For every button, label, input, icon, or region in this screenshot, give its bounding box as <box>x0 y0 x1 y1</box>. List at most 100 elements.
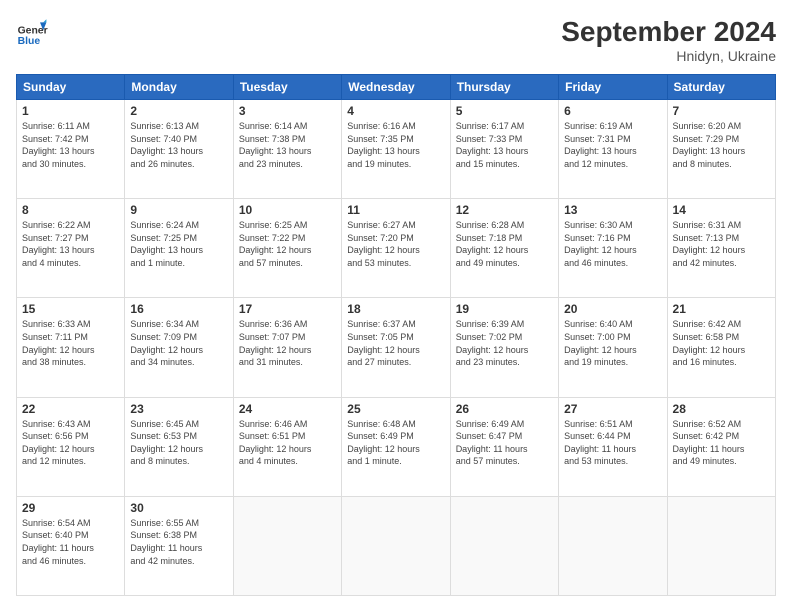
day-number: 25 <box>347 402 444 416</box>
day-info: Sunrise: 6:28 AM Sunset: 7:18 PM Dayligh… <box>456 219 553 269</box>
calendar-cell: 2 Sunrise: 6:13 AM Sunset: 7:40 PM Daylig… <box>125 100 233 199</box>
day-info: Sunrise: 6:37 AM Sunset: 7:05 PM Dayligh… <box>347 318 444 368</box>
day-number: 30 <box>130 501 227 515</box>
calendar-week-3: 15 Sunrise: 6:33 AM Sunset: 7:11 PM Dayli… <box>17 298 776 397</box>
day-number: 7 <box>673 104 770 118</box>
day-info: Sunrise: 6:34 AM Sunset: 7:09 PM Dayligh… <box>130 318 227 368</box>
day-info: Sunrise: 6:46 AM Sunset: 6:51 PM Dayligh… <box>239 418 336 468</box>
calendar-week-2: 8 Sunrise: 6:22 AM Sunset: 7:27 PM Daylig… <box>17 199 776 298</box>
day-info: Sunrise: 6:40 AM Sunset: 7:00 PM Dayligh… <box>564 318 661 368</box>
calendar-cell <box>233 496 341 595</box>
calendar-cell: 22 Sunrise: 6:43 AM Sunset: 6:56 PM Dayli… <box>17 397 125 496</box>
day-info: Sunrise: 6:19 AM Sunset: 7:31 PM Dayligh… <box>564 120 661 170</box>
day-info: Sunrise: 6:43 AM Sunset: 6:56 PM Dayligh… <box>22 418 119 468</box>
day-info: Sunrise: 6:20 AM Sunset: 7:29 PM Dayligh… <box>673 120 770 170</box>
day-number: 26 <box>456 402 553 416</box>
calendar-table: SundayMondayTuesdayWednesdayThursdayFrid… <box>16 74 776 596</box>
day-number: 5 <box>456 104 553 118</box>
calendar-cell: 11Sunrise: 6:27 AM Sunset: 7:20 PM Dayli… <box>342 199 450 298</box>
day-number: 6 <box>564 104 661 118</box>
calendar-cell: 7 Sunrise: 6:20 AM Sunset: 7:29 PM Daylig… <box>667 100 775 199</box>
logo-icon: General Blue <box>16 16 48 48</box>
calendar-cell: 18 Sunrise: 6:37 AM Sunset: 7:05 PM Dayli… <box>342 298 450 397</box>
day-info: Sunrise: 6:14 AM Sunset: 7:38 PM Dayligh… <box>239 120 336 170</box>
day-number: 24 <box>239 402 336 416</box>
calendar-cell <box>667 496 775 595</box>
day-info: Sunrise: 6:48 AM Sunset: 6:49 PM Dayligh… <box>347 418 444 468</box>
calendar-header-tuesday: Tuesday <box>233 75 341 100</box>
calendar-cell: 6 Sunrise: 6:19 AM Sunset: 7:31 PM Daylig… <box>559 100 667 199</box>
day-number: 22 <box>22 402 119 416</box>
day-number: 17 <box>239 302 336 316</box>
day-number: 12 <box>456 203 553 217</box>
location-subtitle: Hnidyn, Ukraine <box>561 48 776 64</box>
calendar-cell: 29Sunrise: 6:54 AM Sunset: 6:40 PM Dayli… <box>17 496 125 595</box>
calendar-header-thursday: Thursday <box>450 75 558 100</box>
day-number: 11 <box>347 203 444 217</box>
calendar-cell: 5 Sunrise: 6:17 AM Sunset: 7:33 PM Daylig… <box>450 100 558 199</box>
calendar-cell: 17Sunrise: 6:36 AM Sunset: 7:07 PM Dayli… <box>233 298 341 397</box>
day-number: 15 <box>22 302 119 316</box>
calendar-week-5: 29Sunrise: 6:54 AM Sunset: 6:40 PM Dayli… <box>17 496 776 595</box>
logo: General Blue <box>16 16 48 48</box>
calendar-cell: 23 Sunrise: 6:45 AM Sunset: 6:53 PM Dayli… <box>125 397 233 496</box>
day-info: Sunrise: 6:31 AM Sunset: 7:13 PM Dayligh… <box>673 219 770 269</box>
day-number: 19 <box>456 302 553 316</box>
calendar-week-1: 1 Sunrise: 6:11 AM Sunset: 7:42 PM Daylig… <box>17 100 776 199</box>
day-number: 2 <box>130 104 227 118</box>
day-number: 29 <box>22 501 119 515</box>
day-number: 21 <box>673 302 770 316</box>
day-info: Sunrise: 6:33 AM Sunset: 7:11 PM Dayligh… <box>22 318 119 368</box>
calendar-header-friday: Friday <box>559 75 667 100</box>
day-info: Sunrise: 6:52 AM Sunset: 6:42 PM Dayligh… <box>673 418 770 468</box>
calendar-cell: 24 Sunrise: 6:46 AM Sunset: 6:51 PM Dayli… <box>233 397 341 496</box>
day-info: Sunrise: 6:42 AM Sunset: 6:58 PM Dayligh… <box>673 318 770 368</box>
calendar-cell <box>559 496 667 595</box>
calendar-cell: 28Sunrise: 6:52 AM Sunset: 6:42 PM Dayli… <box>667 397 775 496</box>
calendar-cell: 8 Sunrise: 6:22 AM Sunset: 7:27 PM Daylig… <box>17 199 125 298</box>
day-info: Sunrise: 6:39 AM Sunset: 7:02 PM Dayligh… <box>456 318 553 368</box>
day-number: 20 <box>564 302 661 316</box>
month-title: September 2024 <box>561 16 776 48</box>
calendar-cell: 3 Sunrise: 6:14 AM Sunset: 7:38 PM Daylig… <box>233 100 341 199</box>
calendar-header-wednesday: Wednesday <box>342 75 450 100</box>
day-number: 23 <box>130 402 227 416</box>
day-info: Sunrise: 6:51 AM Sunset: 6:44 PM Dayligh… <box>564 418 661 468</box>
day-number: 9 <box>130 203 227 217</box>
calendar-cell: 10Sunrise: 6:25 AM Sunset: 7:22 PM Dayli… <box>233 199 341 298</box>
calendar-cell: 4 Sunrise: 6:16 AM Sunset: 7:35 PM Daylig… <box>342 100 450 199</box>
calendar-cell: 26Sunrise: 6:49 AM Sunset: 6:47 PM Dayli… <box>450 397 558 496</box>
calendar-cell: 19 Sunrise: 6:39 AM Sunset: 7:02 PM Dayli… <box>450 298 558 397</box>
calendar-week-4: 22 Sunrise: 6:43 AM Sunset: 6:56 PM Dayli… <box>17 397 776 496</box>
day-info: Sunrise: 6:16 AM Sunset: 7:35 PM Dayligh… <box>347 120 444 170</box>
day-number: 3 <box>239 104 336 118</box>
calendar-cell: 27Sunrise: 6:51 AM Sunset: 6:44 PM Dayli… <box>559 397 667 496</box>
day-number: 8 <box>22 203 119 217</box>
svg-text:Blue: Blue <box>18 36 41 47</box>
day-number: 1 <box>22 104 119 118</box>
day-info: Sunrise: 6:45 AM Sunset: 6:53 PM Dayligh… <box>130 418 227 468</box>
calendar-header-monday: Monday <box>125 75 233 100</box>
calendar-cell: 25 Sunrise: 6:48 AM Sunset: 6:49 PM Dayli… <box>342 397 450 496</box>
day-number: 14 <box>673 203 770 217</box>
day-info: Sunrise: 6:17 AM Sunset: 7:33 PM Dayligh… <box>456 120 553 170</box>
calendar-cell: 1 Sunrise: 6:11 AM Sunset: 7:42 PM Daylig… <box>17 100 125 199</box>
day-info: Sunrise: 6:24 AM Sunset: 7:25 PM Dayligh… <box>130 219 227 269</box>
day-info: Sunrise: 6:22 AM Sunset: 7:27 PM Dayligh… <box>22 219 119 269</box>
calendar-cell: 16 Sunrise: 6:34 AM Sunset: 7:09 PM Dayli… <box>125 298 233 397</box>
calendar-header-sunday: Sunday <box>17 75 125 100</box>
day-info: Sunrise: 6:13 AM Sunset: 7:40 PM Dayligh… <box>130 120 227 170</box>
calendar-cell: 15 Sunrise: 6:33 AM Sunset: 7:11 PM Dayli… <box>17 298 125 397</box>
day-number: 18 <box>347 302 444 316</box>
day-number: 10 <box>239 203 336 217</box>
day-number: 4 <box>347 104 444 118</box>
calendar-cell: 20 Sunrise: 6:40 AM Sunset: 7:00 PM Dayli… <box>559 298 667 397</box>
page: General Blue September 2024 Hnidyn, Ukra… <box>0 0 792 612</box>
day-number: 16 <box>130 302 227 316</box>
calendar-cell <box>450 496 558 595</box>
day-info: Sunrise: 6:30 AM Sunset: 7:16 PM Dayligh… <box>564 219 661 269</box>
calendar-cell <box>342 496 450 595</box>
calendar-cell: 12 Sunrise: 6:28 AM Sunset: 7:18 PM Dayli… <box>450 199 558 298</box>
day-info: Sunrise: 6:11 AM Sunset: 7:42 PM Dayligh… <box>22 120 119 170</box>
header: General Blue September 2024 Hnidyn, Ukra… <box>16 16 776 64</box>
